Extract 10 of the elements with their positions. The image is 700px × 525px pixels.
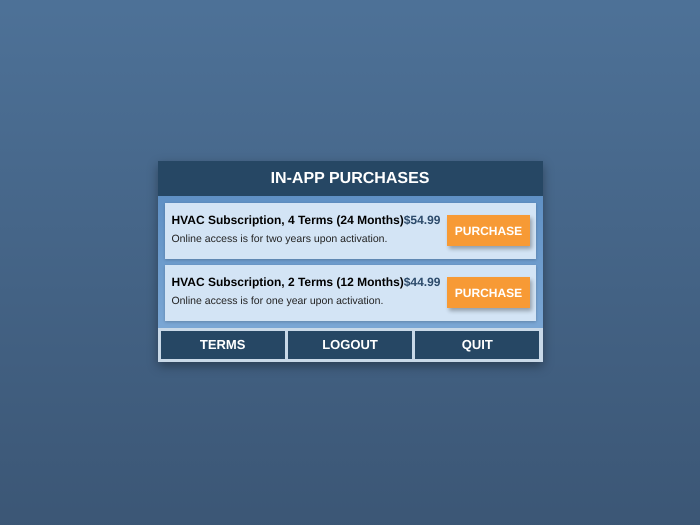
product-price: $54.99 <box>404 212 440 229</box>
product-price: $44.99 <box>404 274 440 291</box>
footer-button[interactable]: QUIT <box>415 331 540 359</box>
footer-button[interactable]: TERMS <box>160 331 285 359</box>
dialog-title: IN-APP PURCHASES <box>158 161 542 196</box>
product-description: Online access is for one year upon activation. <box>172 294 384 309</box>
product-name: HVAC Subscription, 2 Terms (12 Months) <box>172 274 404 291</box>
footer-button[interactable]: LOGOUT <box>288 331 412 359</box>
product-name: HVAC Subscription, 4 Terms (24 Months) <box>172 212 404 229</box>
product-description: Online access is for two years upon activation. <box>172 232 388 247</box>
